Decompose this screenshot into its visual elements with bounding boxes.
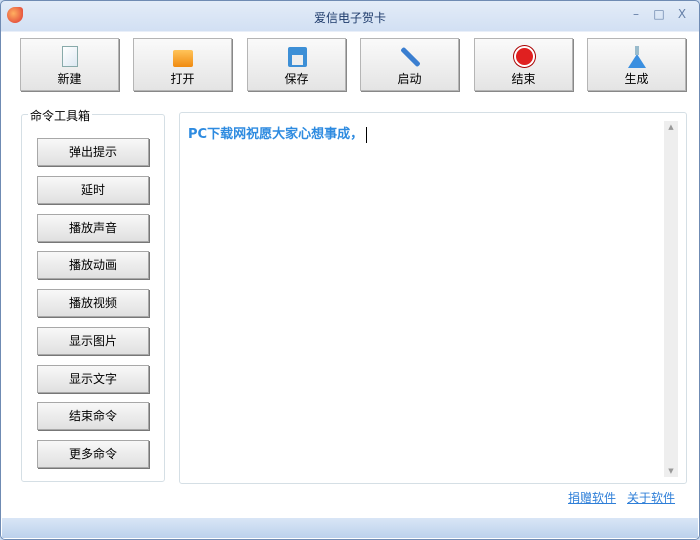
- flask-icon: [626, 46, 648, 68]
- stop-hand-icon: [513, 46, 535, 68]
- end-label: 结束: [511, 72, 536, 86]
- new-file-icon: [59, 46, 81, 68]
- save-label: 保存: [284, 72, 309, 86]
- save-button[interactable]: 保存: [247, 38, 346, 91]
- text-caret: [366, 126, 368, 143]
- start-button[interactable]: 启动: [360, 38, 459, 91]
- cmd-play-sound[interactable]: 播放声音: [37, 214, 149, 242]
- cmd-show-text[interactable]: 显示文字: [37, 365, 149, 393]
- title-bar: 爱信电子贺卡 – □ X: [1, 1, 699, 31]
- new-button[interactable]: 新建: [20, 38, 119, 91]
- script-editor[interactable]: PC下载网祝愿大家心想事成， ▲ ▼: [179, 112, 687, 484]
- cmd-popup[interactable]: 弹出提示: [37, 138, 149, 166]
- editor-content: PC下载网祝愿大家心想事成，: [188, 127, 364, 142]
- end-button[interactable]: 结束: [474, 38, 573, 91]
- toolbox-title: 命令工具箱: [28, 107, 93, 124]
- donate-link[interactable]: 捐赠软件: [568, 489, 616, 506]
- cmd-show-image[interactable]: 显示图片: [37, 327, 149, 355]
- generate-button[interactable]: 生成: [587, 38, 686, 91]
- new-label: 新建: [57, 72, 82, 86]
- cmd-more[interactable]: 更多命令: [37, 440, 149, 468]
- cmd-end[interactable]: 结束命令: [37, 402, 149, 430]
- scroll-up-icon[interactable]: ▲: [664, 123, 678, 131]
- wrench-icon: [399, 46, 421, 68]
- scroll-down-icon[interactable]: ▼: [664, 467, 678, 475]
- cmd-play-animation[interactable]: 播放动画: [37, 251, 149, 279]
- maximize-button[interactable]: □: [650, 7, 668, 23]
- close-button[interactable]: X: [673, 7, 691, 23]
- open-button[interactable]: 打开: [133, 38, 232, 91]
- generate-label: 生成: [624, 72, 649, 86]
- cmd-play-video[interactable]: 播放视频: [37, 289, 149, 317]
- folder-icon: [172, 46, 194, 68]
- save-icon: [286, 46, 308, 68]
- vertical-scrollbar[interactable]: ▲ ▼: [664, 121, 678, 477]
- app-window: 爱信电子贺卡 – □ X 新建 打开 保存 启动 结束 生成 命令工具箱 弹出提…: [0, 0, 700, 540]
- client-area: 新建 打开 保存 启动 结束 生成 命令工具箱 弹出提示 延时 播放声音 播放动…: [2, 32, 698, 518]
- minimize-button[interactable]: –: [627, 7, 645, 23]
- start-label: 启动: [397, 72, 422, 86]
- status-bar: [2, 518, 698, 538]
- cmd-delay[interactable]: 延时: [37, 176, 149, 204]
- command-toolbox: 命令工具箱 弹出提示 延时 播放声音 播放动画 播放视频 显示图片 显示文字 结…: [21, 107, 165, 482]
- open-label: 打开: [170, 72, 195, 86]
- window-title: 爱信电子贺卡: [313, 11, 386, 25]
- about-link[interactable]: 关于软件: [627, 489, 675, 506]
- editor-text[interactable]: PC下载网祝愿大家心想事成，: [188, 123, 368, 143]
